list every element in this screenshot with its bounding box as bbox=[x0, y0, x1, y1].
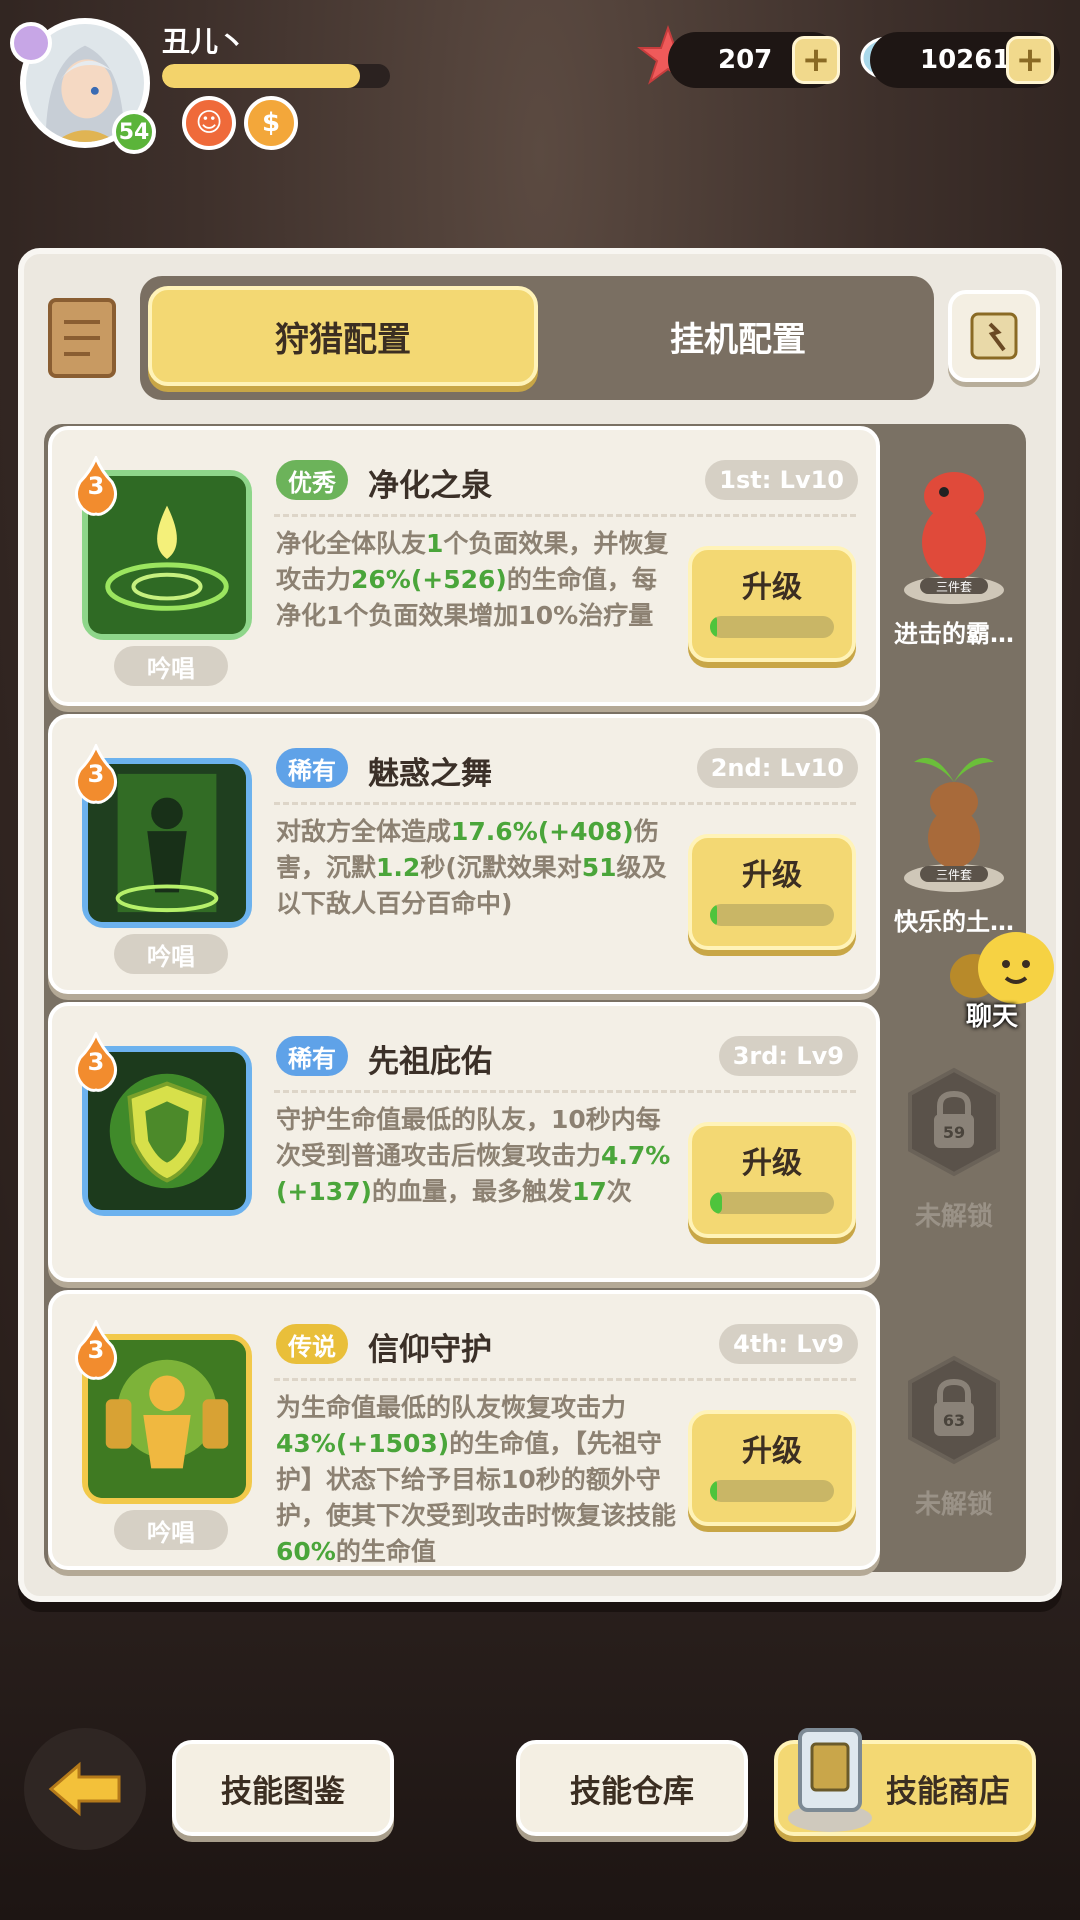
upgrade-progress-bar bbox=[710, 616, 834, 638]
skill-storage-button[interactable]: 技能仓库 bbox=[516, 1740, 748, 1836]
coin-spiral-icon[interactable]: $ bbox=[244, 96, 298, 150]
rarity-tag: 稀有 bbox=[276, 748, 348, 788]
tap-gesture-button[interactable] bbox=[948, 290, 1040, 382]
add-pearl-button[interactable]: + bbox=[1006, 36, 1054, 84]
slot-level-tag: 2nd: Lv10 bbox=[696, 748, 858, 788]
skill-description: 为生命值最低的队友恢复攻击力43%(+1503)的生命值，【先祖守护】状态下给予… bbox=[276, 1393, 677, 1566]
back-arrow-icon bbox=[48, 1761, 121, 1817]
rank-badge: 3 bbox=[72, 1030, 120, 1092]
equipment-set-name: 进击的霸… bbox=[894, 620, 1014, 648]
cast-type-tag: 吟唱 bbox=[114, 1510, 228, 1550]
rarity-tag: 优秀 bbox=[276, 460, 348, 500]
upgrade-progress-fill bbox=[710, 1192, 723, 1214]
skill-card[interactable]: 3 稀有 先祖庇佑 3rd: Lv9 守护生命值最低的队友，10秒内每次受到普通… bbox=[48, 1002, 880, 1282]
mole-figure-icon: 三件套 bbox=[904, 757, 1004, 892]
scroll-icon[interactable] bbox=[40, 292, 124, 384]
lock-icon: 59 bbox=[908, 1067, 1000, 1177]
tab-idle-config[interactable]: 挂机配置 bbox=[550, 286, 926, 386]
player-level-badge: 54 bbox=[112, 110, 156, 154]
skill-name: 魅惑之舞 bbox=[368, 756, 492, 792]
unlock-level: 63 bbox=[943, 1411, 965, 1430]
upgrade-progress-bar bbox=[710, 904, 834, 926]
upgrade-progress-fill bbox=[710, 616, 718, 638]
locked-slot[interactable]: 59 未解锁 bbox=[880, 1012, 1028, 1282]
avatar-frame-badge bbox=[10, 22, 52, 64]
upgrade-button[interactable]: 升级 bbox=[688, 834, 856, 950]
upgrade-label: 升级 bbox=[742, 1434, 802, 1469]
lock-icon: 63 bbox=[908, 1355, 1000, 1465]
rank-number: 3 bbox=[87, 472, 105, 500]
rank-badge: 3 bbox=[72, 1318, 120, 1380]
hand-tap-icon bbox=[970, 312, 1018, 360]
equipment-set-slot[interactable]: 三件套 进击的霸… bbox=[880, 436, 1028, 706]
upgrade-progress-bar bbox=[710, 1192, 834, 1214]
tab-hunt-config[interactable]: 狩猎配置 bbox=[148, 286, 538, 386]
chat-label[interactable]: 聊天 bbox=[966, 996, 1018, 1033]
rank-badge: 3 bbox=[72, 454, 120, 516]
slot-level-tag: 3rd: Lv9 bbox=[718, 1036, 858, 1076]
slot-level-tag: 4th: Lv9 bbox=[719, 1324, 858, 1364]
xp-bar bbox=[162, 64, 390, 88]
rank-badge: 3 bbox=[72, 742, 120, 804]
upgrade-label: 升级 bbox=[742, 858, 802, 893]
rarity-tag: 稀有 bbox=[276, 1036, 348, 1076]
divider bbox=[274, 514, 856, 517]
upgrade-progress-fill bbox=[710, 904, 718, 926]
skill-description: 净化全体队友1个负面效果，并恢复攻击力26%(+526)的生命值，每净化1个负面… bbox=[276, 529, 669, 630]
skill-card[interactable]: 3 吟唱 传说 信仰守护 4th: Lv9 为生命值最低的队友恢复攻击力43%(… bbox=[48, 1290, 880, 1570]
rank-number: 3 bbox=[87, 760, 105, 788]
locked-slot[interactable]: 63 未解锁 bbox=[880, 1300, 1028, 1570]
slot-level-tag: 1st: Lv10 bbox=[705, 460, 858, 500]
skill-name: 信仰守护 bbox=[368, 1332, 492, 1368]
upgrade-button[interactable]: 升级 bbox=[688, 1122, 856, 1238]
starfish-amount: 207 bbox=[718, 45, 773, 75]
upgrade-label: 升级 bbox=[742, 1146, 802, 1181]
upgrade-progress-fill bbox=[710, 1480, 718, 1502]
divider bbox=[274, 802, 856, 805]
locked-label: 未解锁 bbox=[914, 1202, 993, 1232]
config-tabs: 狩猎配置 挂机配置 bbox=[140, 276, 934, 400]
skill-name: 先祖庇佑 bbox=[368, 1044, 492, 1080]
player-name: 丑儿丶 bbox=[162, 25, 247, 58]
set-size-tag: 三件套 bbox=[936, 868, 972, 882]
upgrade-button[interactable]: 升级 bbox=[688, 546, 856, 662]
unlock-level: 59 bbox=[943, 1123, 965, 1142]
skill-codex-button[interactable]: 技能图鉴 bbox=[172, 1740, 394, 1836]
skill-shop-icon bbox=[788, 1728, 872, 1832]
skill-description: 对敌方全体造成17.6%(+408)伤害，沉默1.2秒(沉默效果对51级及以下敌… bbox=[276, 817, 667, 918]
skill-card[interactable]: 3 吟唱 优秀 净化之泉 1st: Lv10 净化全体队友1个负面效果，并恢复攻… bbox=[48, 426, 880, 706]
skill-card[interactable]: 3 吟唱 稀有 魅惑之舞 2nd: Lv10 对敌方全体造成17.6%(+408… bbox=[48, 714, 880, 994]
locked-label: 未解锁 bbox=[914, 1490, 993, 1520]
cast-type-tag: 吟唱 bbox=[114, 646, 228, 686]
upgrade-progress-bar bbox=[710, 1480, 834, 1502]
rarity-tag: 传说 bbox=[276, 1324, 348, 1364]
cast-type-tag: 吟唱 bbox=[114, 934, 228, 974]
red-dino-figure-icon: 三件套 bbox=[904, 472, 1004, 604]
upgrade-label: 升级 bbox=[742, 570, 802, 605]
divider bbox=[274, 1378, 856, 1381]
set-size-tag: 三件套 bbox=[936, 580, 972, 594]
add-starfish-button[interactable]: + bbox=[792, 36, 840, 84]
back-button[interactable] bbox=[24, 1728, 146, 1850]
xp-bar-fill bbox=[162, 64, 361, 88]
skill-name: 净化之泉 bbox=[368, 468, 492, 504]
upgrade-button[interactable]: 升级 bbox=[688, 1410, 856, 1526]
fire-face-icon[interactable]: ☺ bbox=[182, 96, 236, 150]
skill-description: 守护生命值最低的队友，10秒内每次受到普通攻击后恢复攻击力4.7%(+137)的… bbox=[276, 1105, 671, 1206]
rank-number: 3 bbox=[87, 1336, 105, 1364]
rank-number: 3 bbox=[87, 1048, 105, 1076]
divider bbox=[274, 1090, 856, 1093]
